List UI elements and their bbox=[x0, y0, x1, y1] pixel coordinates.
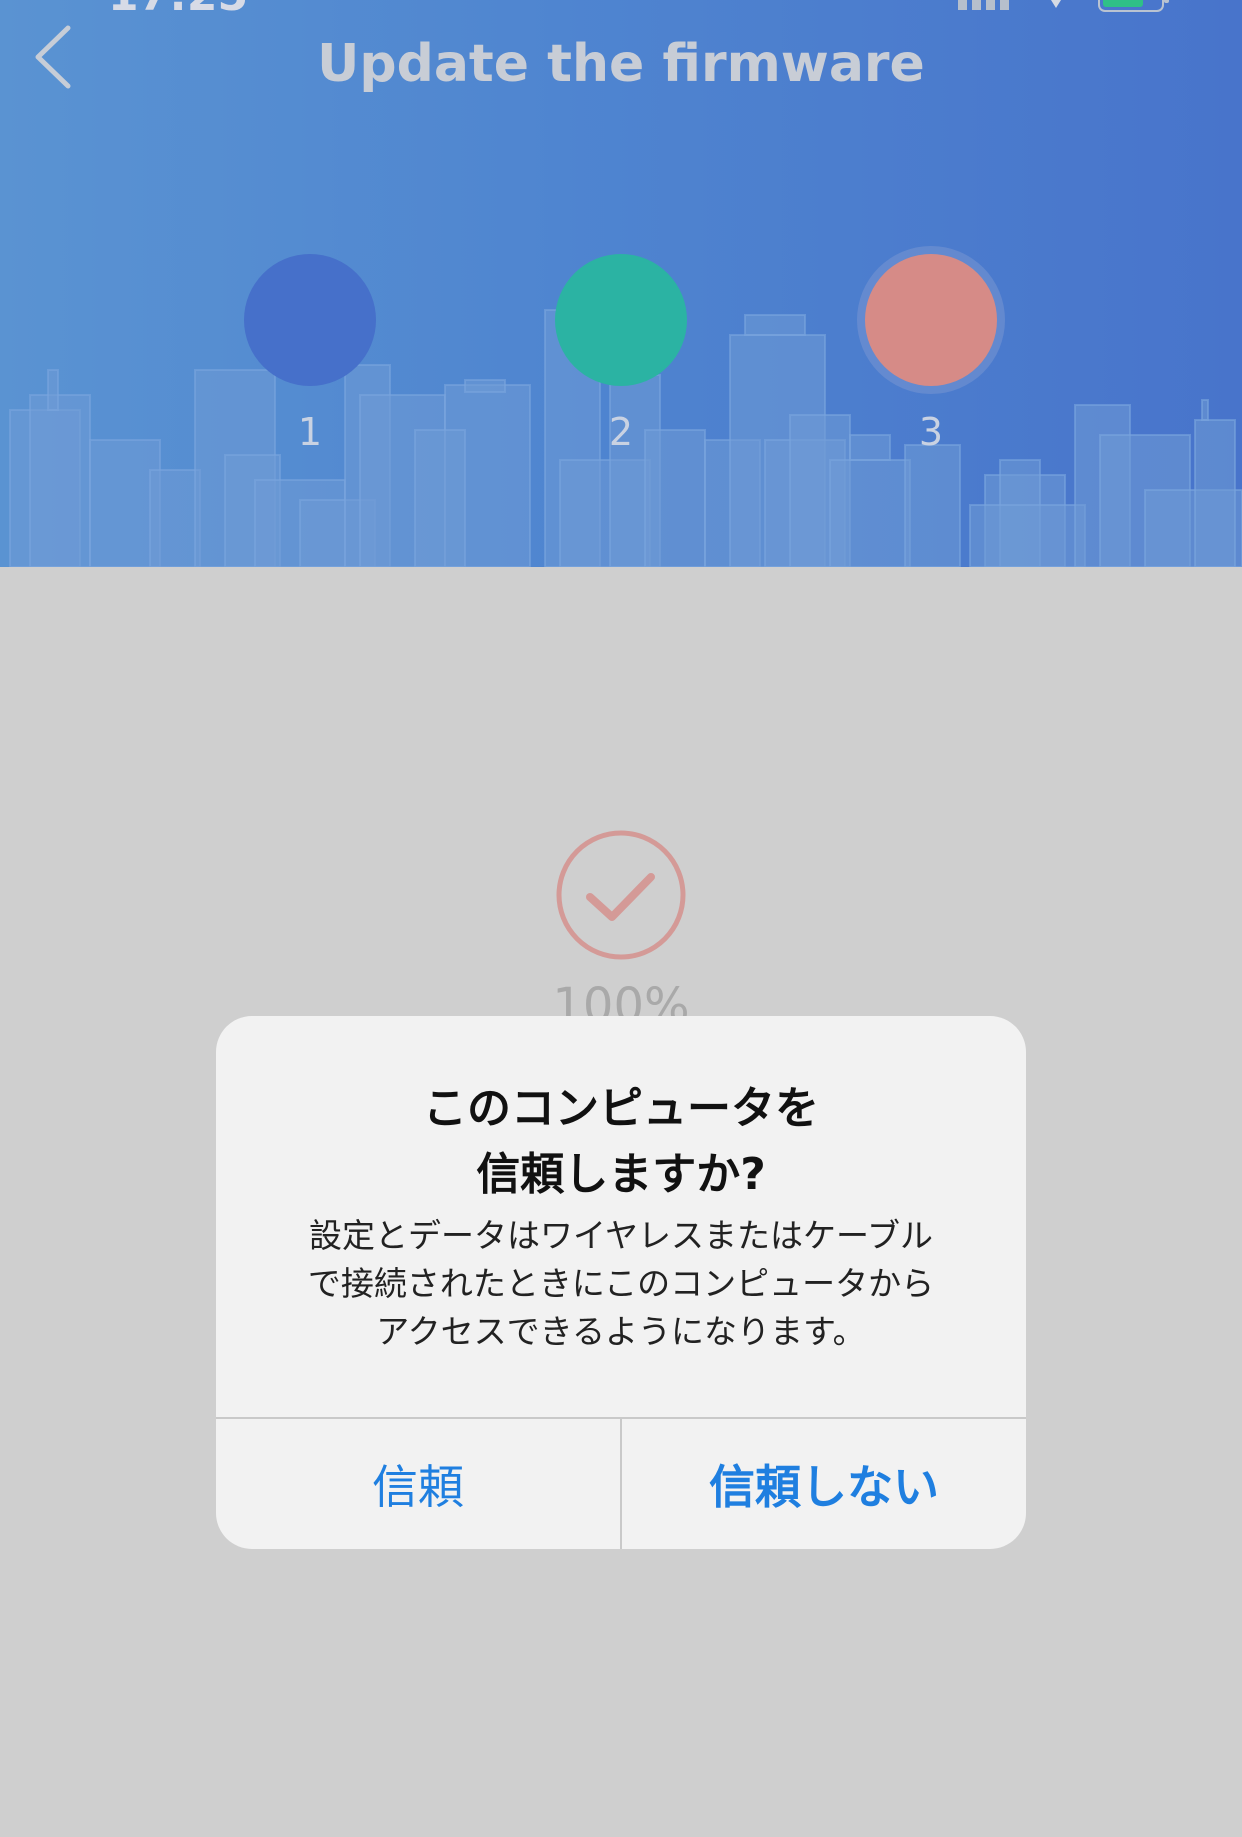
step-label-2: 2 bbox=[608, 410, 634, 454]
screen: 17:25 Update the firmware bbox=[0, 0, 1242, 1837]
dialog-message-line-3: アクセスできるようになります。 bbox=[376, 1312, 866, 1351]
dialog-title-line-1: このコンピュータを bbox=[423, 1083, 819, 1134]
step-indicator-1 bbox=[244, 254, 376, 386]
trust-button[interactable]: 信頼 bbox=[216, 1419, 620, 1549]
step-label-1: 1 bbox=[297, 410, 323, 454]
signal-icon bbox=[958, 0, 1009, 10]
dialog-message: 設定とデータはワイヤレスまたはケーブル で接続されたときにこのコンピュータから … bbox=[256, 1212, 986, 1356]
dont-trust-button[interactable]: 信頼しない bbox=[622, 1419, 1026, 1549]
dialog-message-line-1: 設定とデータはワイヤレスまたはケーブル bbox=[308, 1216, 934, 1255]
page-title: Update the firmware bbox=[317, 34, 925, 94]
dialog-title: このコンピュータを 信頼しますか? bbox=[216, 1076, 1026, 1208]
wifi-icon bbox=[1051, 0, 1061, 8]
step-label-3: 3 bbox=[918, 410, 944, 454]
status-icons bbox=[958, 0, 1170, 12]
trust-computer-dialog: このコンピュータを 信頼しますか? 設定とデータはワイヤレスまたはケーブル で接… bbox=[216, 1016, 1026, 1549]
dialog-title-line-2: 信頼しますか? bbox=[476, 1149, 766, 1200]
status-time: 17:25 bbox=[108, 0, 248, 21]
step-indicator-2 bbox=[555, 254, 687, 386]
check-circle-icon bbox=[556, 830, 686, 960]
step-indicator-3 bbox=[865, 254, 997, 386]
dialog-message-line-2: で接続されたときにこのコンピュータから bbox=[307, 1264, 935, 1303]
battery-icon bbox=[1098, 0, 1169, 12]
header: 17:25 Update the firmware bbox=[0, 0, 1242, 567]
